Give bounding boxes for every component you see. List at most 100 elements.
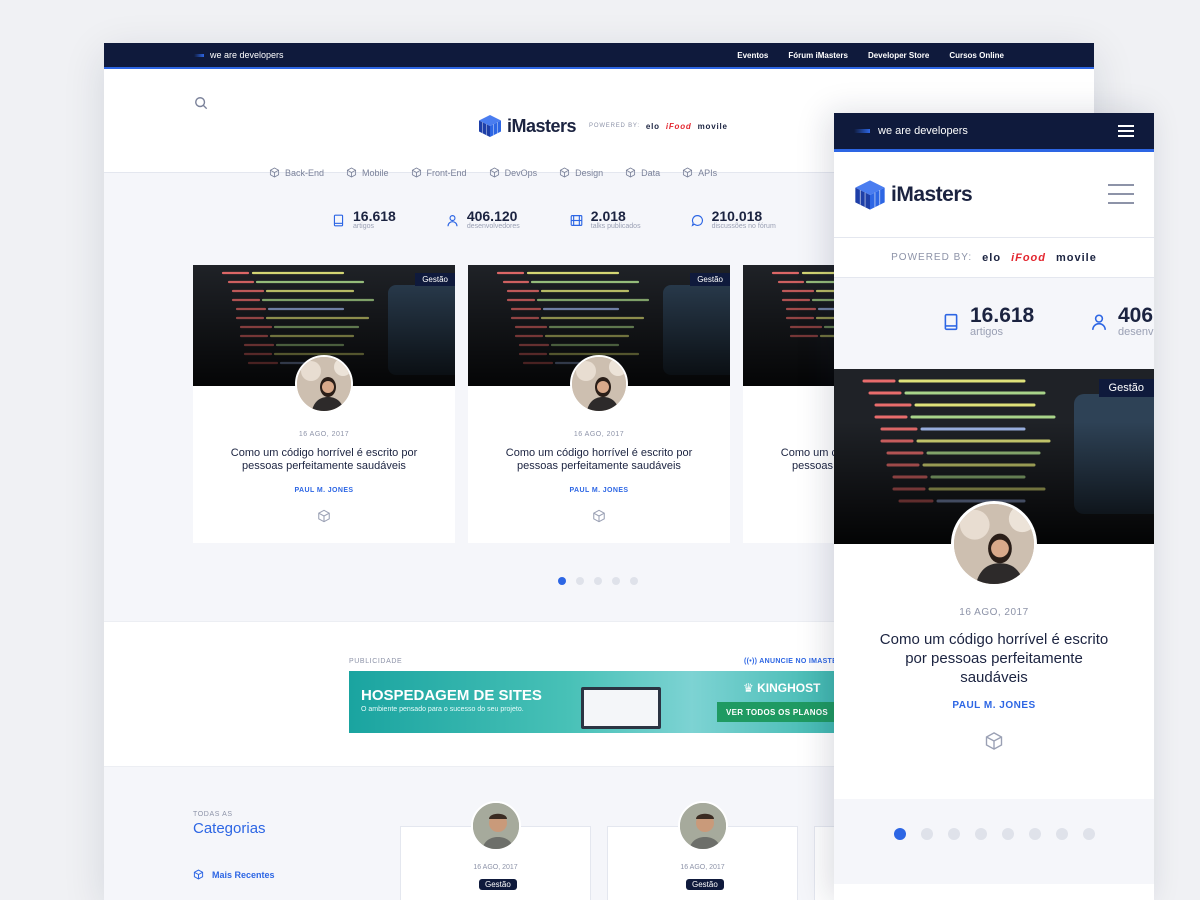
nav-design[interactable]: Design: [559, 167, 603, 178]
mini-tag[interactable]: Gestão: [686, 879, 724, 890]
ad-cta-button[interactable]: VER TODOS OS PLANOS: [717, 702, 837, 722]
carousel-dot[interactable]: [921, 828, 933, 840]
article-title[interactable]: Como um código horrível é escrito por pe…: [213, 447, 435, 473]
category-tag[interactable]: Gestão: [415, 273, 455, 286]
cube-icon: [985, 732, 1003, 750]
mobile-carousel-area: [834, 799, 1154, 884]
carousel-dot-active[interactable]: [894, 828, 906, 840]
stat-articles: 16.618 artigos: [942, 305, 1034, 338]
advertise-link[interactable]: ((•)) ANUNCIE NO IMASTERS: [744, 658, 847, 665]
article-date: 16 AGO, 2017: [959, 607, 1029, 618]
logo-text: iMasters: [507, 115, 577, 136]
mobile-powered-by: POWERED BY: elo iFood movile: [834, 238, 1154, 278]
hamburger-menu-icon[interactable]: [1108, 184, 1134, 204]
carousel-dot[interactable]: [1002, 828, 1014, 840]
carousel-dot[interactable]: [1083, 828, 1095, 840]
top-link-forum[interactable]: Fórum iMasters: [788, 51, 848, 60]
mini-article-card[interactable]: 16 AGO, 2017 Gestão: [400, 801, 591, 900]
article-author[interactable]: PAUL M. JONES: [468, 487, 730, 494]
carousel-dot[interactable]: [576, 577, 584, 585]
powered-by-label: POWERED BY:: [891, 252, 973, 263]
ad-subline: O ambiente pensado para o sucesso do seu…: [361, 706, 524, 713]
ad-banner[interactable]: HOSPEDAGEM DE SITES O ambiente pensado p…: [349, 671, 839, 733]
article-title[interactable]: Como um código horrível é escrito por pe…: [488, 447, 710, 473]
top-link-cursos[interactable]: Cursos Online: [949, 51, 1004, 60]
tagline-text: we are developers: [878, 125, 968, 137]
cube-icon: [683, 167, 693, 178]
avatar: [471, 801, 521, 851]
cube-icon: [489, 167, 499, 178]
categories-small-label: TODAS AS: [193, 811, 233, 818]
search-icon[interactable]: [194, 96, 208, 110]
user-icon: [1092, 313, 1106, 330]
top-link-eventos[interactable]: Eventos: [737, 51, 768, 60]
logo[interactable]: iMasters: [854, 179, 973, 211]
article-title[interactable]: Como um código horrível é escrito por pe…: [874, 630, 1114, 687]
nav-devops[interactable]: DevOps: [489, 167, 537, 178]
sponsor-elo: elo: [645, 121, 660, 131]
book-icon: [333, 214, 344, 226]
article-card[interactable]: Gestão 16 AGO, 2017 Como um código horrí…: [193, 265, 468, 543]
film-icon: [570, 214, 583, 226]
carousel-dot[interactable]: [1056, 828, 1068, 840]
cube-icon: [411, 167, 421, 178]
top-links: Eventos Fórum iMasters Developer Store C…: [737, 51, 1004, 60]
monitor-illustration: [581, 687, 661, 729]
stat-discussions: 210.018 discussões no fórum: [691, 209, 776, 231]
sponsor-elo: elo: [982, 251, 1002, 264]
carousel-dots: [894, 828, 1095, 840]
mobile-stats-row: 16.618 artigos 406 desenv: [834, 278, 1154, 369]
tagline-bar-icon: [854, 129, 870, 133]
mini-article-card[interactable]: 16 AGO, 2017 Gestão: [607, 801, 798, 900]
stats-row: 16.618 artigos 406.120 desenvolvedores 2.0…: [332, 209, 776, 231]
ad-headline: HOSPEDAGEM DE SITES: [361, 687, 542, 704]
category-tag[interactable]: Gestão: [690, 273, 730, 286]
mobile-top-bar: we are developers: [834, 113, 1154, 152]
article-author[interactable]: PAUL M. JONES: [193, 487, 455, 494]
nav-data[interactable]: Data: [625, 167, 660, 178]
tagline-text: we are developers: [210, 50, 284, 60]
category-tag[interactable]: Gestão: [1098, 379, 1154, 397]
article-card[interactable]: Gestão 16 AGO, 2017 Como um código horrí…: [468, 265, 743, 543]
category-nav: Back-End Mobile Front-End DevOps Design …: [269, 167, 717, 178]
cube-icon: [593, 509, 605, 523]
nav-apis[interactable]: APIs: [682, 167, 717, 178]
carousel-dot[interactable]: [630, 577, 638, 585]
stat-articles: 16.618 artigos: [332, 209, 396, 231]
carousel-dot-active[interactable]: [558, 577, 566, 585]
article-author[interactable]: PAUL M. JONES: [834, 700, 1154, 711]
nav-mobile[interactable]: Mobile: [346, 167, 389, 178]
tagline: we are developers: [194, 50, 737, 60]
advertiser-logo: ♛ KINGHOST: [743, 681, 821, 695]
chat-icon: [691, 214, 703, 227]
top-link-store[interactable]: Developer Store: [868, 51, 929, 60]
sponsor-movile: movile: [1056, 251, 1097, 264]
nav-front-end[interactable]: Front-End: [411, 167, 467, 178]
article-date: 16 AGO, 2017: [298, 431, 350, 438]
carousel-dot[interactable]: [975, 828, 987, 840]
user-icon: [447, 214, 458, 226]
powered-by: POWERED BY: elo iFood movile: [589, 122, 728, 131]
mobile-article-card[interactable]: Gestão 16 AGO, 2017 Como um código horrí…: [834, 369, 1154, 799]
carousel-dot[interactable]: [1029, 828, 1041, 840]
mini-date: 16 AGO, 2017: [680, 864, 725, 871]
nav-back-end[interactable]: Back-End: [269, 167, 324, 178]
category-item-recent[interactable]: Mais Recentes: [193, 869, 275, 880]
ad-label: PUBLICIDADE: [349, 658, 403, 665]
carousel-dot[interactable]: [594, 577, 602, 585]
carousel-dot[interactable]: [948, 828, 960, 840]
logo[interactable]: iMasters POWERED BY: elo iFood movile: [478, 114, 728, 138]
carousel-dot[interactable]: [612, 577, 620, 585]
avatar: [951, 501, 1037, 587]
tagline: we are developers: [854, 125, 1118, 137]
menu-icon[interactable]: [1118, 125, 1134, 137]
tagline-bar-icon: [194, 53, 204, 57]
mobile-mockup: we are developers iMasters POWERED BY: e…: [834, 113, 1154, 900]
categories-title: Categorias: [193, 820, 266, 837]
mini-tag[interactable]: Gestão: [479, 879, 517, 890]
stat-developers: 406 desenv: [1090, 305, 1153, 338]
avatar: [570, 355, 628, 413]
categories-heading: TODAS AS Categorias: [193, 811, 266, 837]
top-bar: we are developers Eventos Fórum iMasters…: [104, 43, 1094, 69]
avatar: [678, 801, 728, 851]
